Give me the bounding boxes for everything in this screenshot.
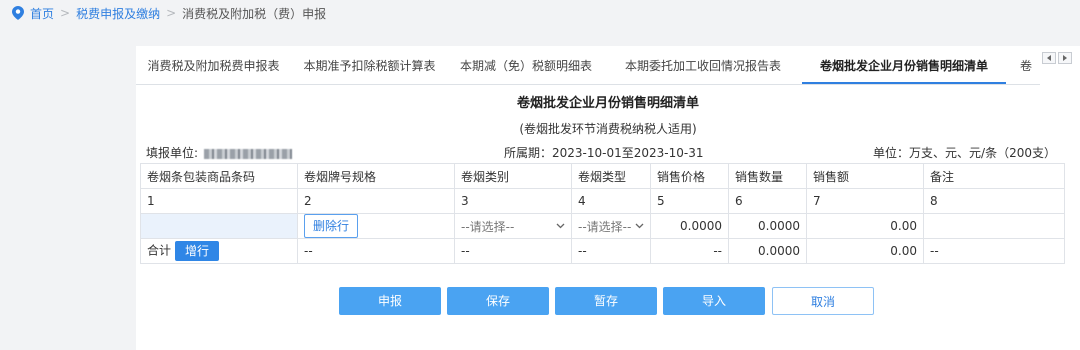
- total-amount: 0.00: [806, 238, 924, 264]
- delete-row-button[interactable]: 删除行: [304, 214, 359, 238]
- tab-deductible-tax[interactable]: 本期准予扣除税额计算表: [291, 46, 448, 84]
- quantity-input[interactable]: 0.0000: [728, 213, 807, 239]
- import-button[interactable]: 导入: [663, 287, 765, 315]
- filing-unit-label: 填报单位:: [146, 146, 199, 160]
- filing-unit-redacted-value: [204, 148, 293, 159]
- chevron-down-icon: [635, 223, 644, 229]
- header-brand-spec: 卷烟牌号规格: [297, 163, 455, 189]
- submit-button[interactable]: 申报: [339, 287, 441, 315]
- tab-tax-reduction[interactable]: 本期减（免）税额明细表: [448, 46, 604, 84]
- type-select[interactable]: --请选择--: [571, 213, 651, 239]
- column-number: 1: [140, 188, 298, 214]
- header-quantity: 销售数量: [728, 163, 807, 189]
- filing-unit: 填报单位:: [146, 144, 293, 161]
- total-category: --: [454, 238, 572, 264]
- unit-scale: 单位：万支、元、元/条（200支）: [873, 146, 1056, 160]
- total-type: --: [571, 238, 651, 264]
- sales-detail-table: 卷烟条包装商品条码 卷烟牌号规格 卷烟类别 卷烟类型 销售价格 销售数量 销售额…: [140, 163, 1065, 264]
- header-amount: 销售额: [806, 163, 924, 189]
- total-quantity: 0.0000: [728, 238, 807, 264]
- tab-cigarette-wholesale-sales[interactable]: 卷烟批发企业月份销售明细清单: [802, 46, 1006, 84]
- column-number: 3: [454, 188, 572, 214]
- save-button[interactable]: 保存: [447, 287, 549, 315]
- column-number: 4: [571, 188, 651, 214]
- table-header-row: 卷烟条包装商品条码 卷烟牌号规格 卷烟类别 卷烟类型 销售价格 销售数量 销售额…: [140, 163, 1065, 189]
- type-select-value: --请选择--: [578, 219, 632, 234]
- total-price: --: [650, 238, 729, 264]
- action-bar: 申报 保存 暂存 导入 取消: [136, 287, 1080, 315]
- total-label: 合计: [147, 243, 172, 258]
- tax-period: 所属期：2023-10-01至2023-10-31: [504, 146, 704, 160]
- total-brand: --: [297, 238, 455, 264]
- column-number: 5: [650, 188, 729, 214]
- tab-bar: 消费税及附加税费申报表 本期准予扣除税额计算表 本期减（免）税额明细表 本期委托…: [136, 46, 1040, 85]
- location-pin-icon: [12, 6, 24, 20]
- type-select-control[interactable]: --请选择--: [578, 218, 644, 235]
- column-number: 6: [728, 188, 807, 214]
- tab-consumption-tax-return[interactable]: 消费税及附加税费申报表: [136, 46, 291, 84]
- breadcrumb-separator: >: [60, 6, 71, 20]
- stash-button[interactable]: 暂存: [555, 287, 657, 315]
- category-select-value: --请选择--: [461, 219, 515, 234]
- main-panel: 消费税及附加税费申报表 本期准予扣除税额计算表 本期减（免）税额明细表 本期委托…: [136, 46, 1080, 350]
- tab-next-partial[interactable]: 卷: [1020, 46, 1040, 84]
- header-type: 卷烟类型: [571, 163, 651, 189]
- note-input[interactable]: [923, 213, 1065, 239]
- tab-scroll-left-button[interactable]: [1042, 52, 1056, 64]
- column-number: 2: [297, 188, 455, 214]
- header-barcode: 卷烟条包装商品条码: [140, 163, 298, 189]
- total-row: 合计 增行 -- -- -- -- 0.0000 0.00 --: [140, 238, 1065, 264]
- breadcrumb-current: 消费税及附加税（费）申报: [182, 6, 327, 21]
- total-note: --: [923, 238, 1065, 264]
- category-select[interactable]: --请选择--: [454, 213, 572, 239]
- triangle-right-icon: [1063, 55, 1067, 61]
- header-note: 备注: [923, 163, 1065, 189]
- barcode-input[interactable]: [140, 213, 298, 239]
- brand-spec-cell: 删除行: [297, 213, 455, 239]
- breadcrumb: 首页 > 税费申报及缴纳 > 消费税及附加税（费）申报: [12, 4, 326, 22]
- column-number: 8: [923, 188, 1065, 214]
- category-select-control[interactable]: --请选择--: [461, 218, 565, 235]
- header-category: 卷烟类别: [454, 163, 572, 189]
- column-number-row: 1 2 3 4 5 6 7 8: [140, 188, 1065, 214]
- tab-commissioned-processing[interactable]: 本期委托加工收回情况报告表: [604, 46, 802, 84]
- triangle-left-icon: [1047, 55, 1051, 61]
- add-row-button[interactable]: 增行: [175, 241, 220, 261]
- amount-input[interactable]: 0.00: [806, 213, 924, 239]
- column-number: 7: [806, 188, 924, 214]
- table-row: 删除行 --请选择-- --请选择-- 0.0000 0.0000 0.00: [140, 213, 1065, 239]
- header-price: 销售价格: [650, 163, 729, 189]
- chevron-down-icon: [556, 223, 565, 229]
- price-input[interactable]: 0.0000: [650, 213, 729, 239]
- tab-scroll-right-button[interactable]: [1058, 52, 1072, 64]
- total-label-cell: 合计 增行: [140, 238, 298, 264]
- breadcrumb-home-link[interactable]: 首页: [30, 5, 54, 22]
- form-subtitle: (卷烟批发环节消费税纳税人适用): [519, 122, 697, 136]
- form-title: 卷烟批发企业月份销售明细清单: [516, 96, 699, 111]
- breadcrumb-separator: >: [166, 6, 177, 20]
- breadcrumb-parent-link[interactable]: 税费申报及缴纳: [76, 5, 160, 22]
- cancel-button[interactable]: 取消: [772, 287, 874, 315]
